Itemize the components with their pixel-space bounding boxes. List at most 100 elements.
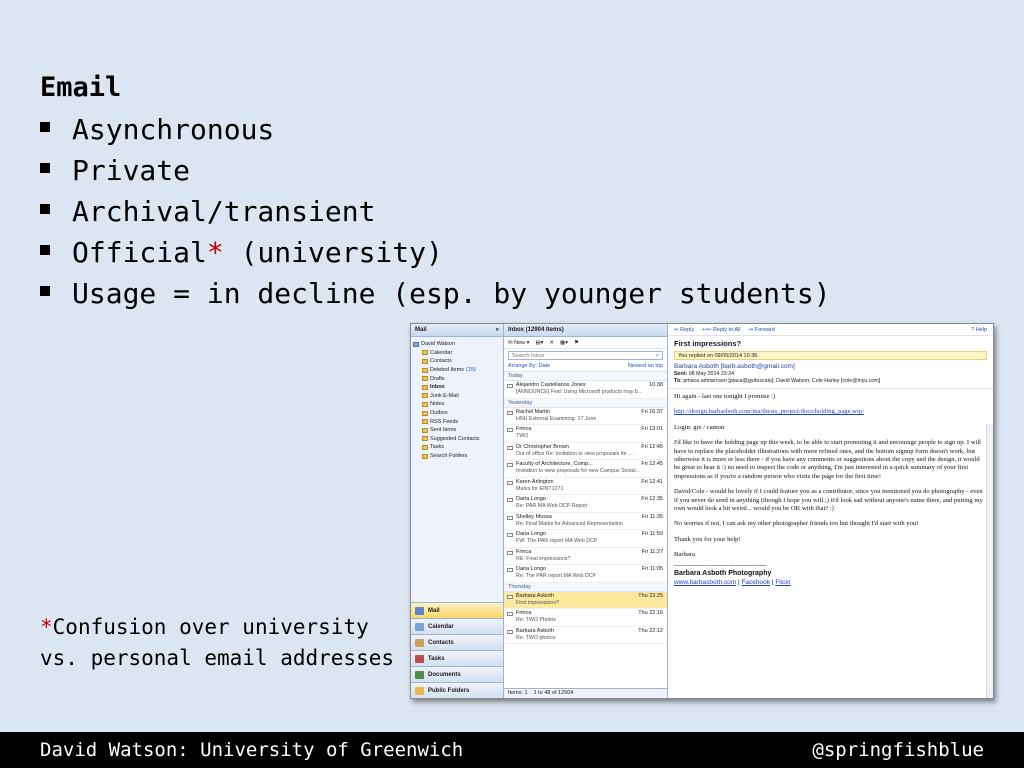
help-button[interactable]: ? Help <box>971 327 987 333</box>
message-from: Frinca <box>516 426 532 432</box>
nav-button-documents[interactable]: Documents <box>411 666 503 682</box>
folder-item[interactable]: Suggested Contacts <box>413 435 501 444</box>
folder-icon <box>422 358 428 364</box>
outlook-screenshot: Mail « David Watson Calendar Contacts Delet… <box>410 323 994 699</box>
folder-item[interactable]: Junk E-Mail <box>413 392 501 401</box>
message-row[interactable]: Frinca Fri 13:01 TWO <box>504 425 667 443</box>
signature-links: www.barbasboth.com | Facebook | Flickr <box>674 578 791 586</box>
folder-item[interactable]: David Watson <box>413 340 501 349</box>
message-time: Fri 12:45 <box>641 461 663 467</box>
holding-page-link[interactable]: http://design.barbasboth.com/ma/thesis_p… <box>674 408 864 415</box>
move-icon[interactable]: ▤▾ <box>535 340 543 346</box>
message-group-header[interactable]: Yesterday <box>504 398 667 408</box>
nav-button-mail[interactable]: Mail <box>411 602 503 618</box>
folder-item[interactable]: Tasks <box>413 443 501 452</box>
folder-item[interactable]: Search Folders <box>413 452 501 461</box>
folder-icon <box>422 384 428 390</box>
message-from: Rachel Martin <box>516 408 550 415</box>
message-sender[interactable]: Barbara Asboth [barb.asboth@gmail.com] <box>668 362 993 371</box>
message-time: Fri 16:37 <box>641 408 663 415</box>
message-time: Thu 23:25 <box>638 592 663 599</box>
footnote: *Confusion over university vs. personal … <box>40 615 395 670</box>
folder-item[interactable]: Outbox <box>413 409 501 418</box>
navigation-pane: Mail « David Watson Calendar Contacts Delet… <box>411 324 504 698</box>
collapse-icon[interactable]: « <box>496 327 499 333</box>
message-group-header[interactable]: Today <box>504 372 667 381</box>
reading-scrollbar[interactable] <box>986 424 993 698</box>
message-row[interactable]: Daria Longo Fri 11:05 Re: The PAR report M… <box>504 565 667 583</box>
message-from: Barbara Asboth <box>516 627 554 634</box>
documents-icon <box>415 670 424 679</box>
message-row[interactable]: Barbara Asboth Thu 22:12 Re: TWO photos <box>504 627 667 644</box>
bullet-square-icon <box>40 122 50 132</box>
bullet-list: Asynchronous Private Archival/transient … <box>40 112 831 317</box>
slide-heading: Email <box>40 72 122 103</box>
bullet-item: Private <box>40 153 831 194</box>
nav-button-contacts[interactable]: Contacts <box>411 634 503 650</box>
message-row[interactable]: Barbara Asboth Thu 23:25 First impressions… <box>504 591 667 609</box>
message-row[interactable]: Faculty of Architecture, Comp... Fri 12:4… <box>504 460 667 478</box>
signature-link-facebook[interactable]: Facebook <box>741 579 770 586</box>
folder-tree: David Watson Calendar Contacts Deleted Item… <box>411 337 503 463</box>
message-row[interactable]: Shelley Mossa Fri 11:35 Re: Final Marks fo… <box>504 513 667 530</box>
message-row[interactable]: Rachel Martin Fri 16:37 HNU External Exami… <box>504 408 667 425</box>
nav-button-public-folders[interactable]: Public Folders <box>411 682 503 698</box>
forward-button[interactable]: ↪ Forward <box>748 327 774 333</box>
message-from: Karen Arlington <box>516 478 554 485</box>
folder-icon <box>422 393 428 399</box>
folder-item[interactable]: Sent Items <box>413 426 501 435</box>
message-time: Fri 11:05 <box>641 566 663 572</box>
folder-item[interactable]: Notes <box>413 400 501 409</box>
categorize-icon[interactable]: ▦▾ <box>560 340 568 346</box>
message-preview: Re: The PAR report MA Web DCP <box>516 573 597 579</box>
folder-label: Notes <box>430 401 445 408</box>
nav-buttons: Mail Calendar Contacts Tasks Documents P… <box>411 602 503 698</box>
flag-icon[interactable]: ⚑ <box>574 340 579 346</box>
envelope-icon <box>507 410 513 415</box>
signature-name: Barbara Asboth Photography <box>674 570 772 578</box>
bullet-square-icon <box>40 204 50 214</box>
folder-icon <box>422 376 428 382</box>
message-time: Fri 12:45 <box>641 443 663 450</box>
message-row[interactable]: Frinca Fri 11:27 RE: Final impressions? <box>504 548 667 565</box>
reading-toolbar: ↩ Reply ↩↩ Reply to All ↪ Forward ? Help <box>668 324 993 336</box>
message-from: Daria Longo <box>516 566 546 572</box>
folder-icon <box>422 436 428 442</box>
message-group-header[interactable]: Thursday <box>504 582 667 592</box>
calendar-icon <box>415 622 424 631</box>
search-inbox-input[interactable]: Search Inbox ⌕ <box>508 351 663 360</box>
footer-author: David Watson: University of Greenwich <box>40 739 464 761</box>
folder-icon <box>422 410 428 416</box>
nav-button-calendar[interactable]: Calendar <box>411 618 503 634</box>
signature-link-flickr[interactable]: Flickr <box>775 579 791 586</box>
reply-all-button[interactable]: ↩↩ Reply to All <box>702 327 740 333</box>
message-preview: Marks for EINT1271 <box>516 485 564 492</box>
folder-item[interactable]: Deleted Items (15) <box>413 366 501 375</box>
message-preview: Re: TWO photos <box>516 634 556 641</box>
folder-item[interactable]: Inbox <box>413 383 501 392</box>
envelope-icon <box>507 428 513 432</box>
folder-item[interactable]: Drafts <box>413 374 501 383</box>
arrange-bar[interactable]: Arrange By: Date Newest on top <box>504 362 667 372</box>
message-preview: Re: TWO Photos <box>516 617 556 623</box>
bullet-item: Archival/transient <box>40 194 831 235</box>
message-row[interactable]: Dr Christopher Brown Fri 12:45 Out of offi… <box>504 443 667 460</box>
reply-button[interactable]: ↩ Reply <box>674 327 694 333</box>
delete-icon[interactable]: ✕ <box>549 340 554 346</box>
folder-item[interactable]: Contacts <box>413 357 501 366</box>
message-preview: FW: The PAR report MA Web DCP <box>516 538 598 544</box>
bullet-item: Official* (university) <box>40 235 831 276</box>
message-row[interactable]: Alejandro Castellanos Jones 10:38 [ANNOUNC… <box>504 381 667 399</box>
folder-item[interactable]: RSS Feeds <box>413 417 501 426</box>
message-row[interactable]: Frinca Thu 22:16 Re: TWO Photos <box>504 609 667 627</box>
message-preview: HNU External Examining: 17 June <box>516 415 597 422</box>
message-time: 10:38 <box>649 382 663 388</box>
new-button[interactable]: ✉ New ▾ <box>508 340 529 346</box>
message-row[interactable]: Daria Longo Fri 11:59 FW: The PAR report M… <box>504 530 667 548</box>
message-row[interactable]: Karen Arlington Fri 12:41 Marks for EINT12… <box>504 478 667 495</box>
nav-button-tasks[interactable]: Tasks <box>411 650 503 666</box>
message-row[interactable]: Daria Longo Fri 12:35 Re: PAR MA Web DCP R… <box>504 495 667 513</box>
signature-link-website[interactable]: www.barbasboth.com <box>674 579 736 586</box>
nav-header: Mail « <box>411 324 503 337</box>
folder-item[interactable]: Calendar <box>413 349 501 358</box>
